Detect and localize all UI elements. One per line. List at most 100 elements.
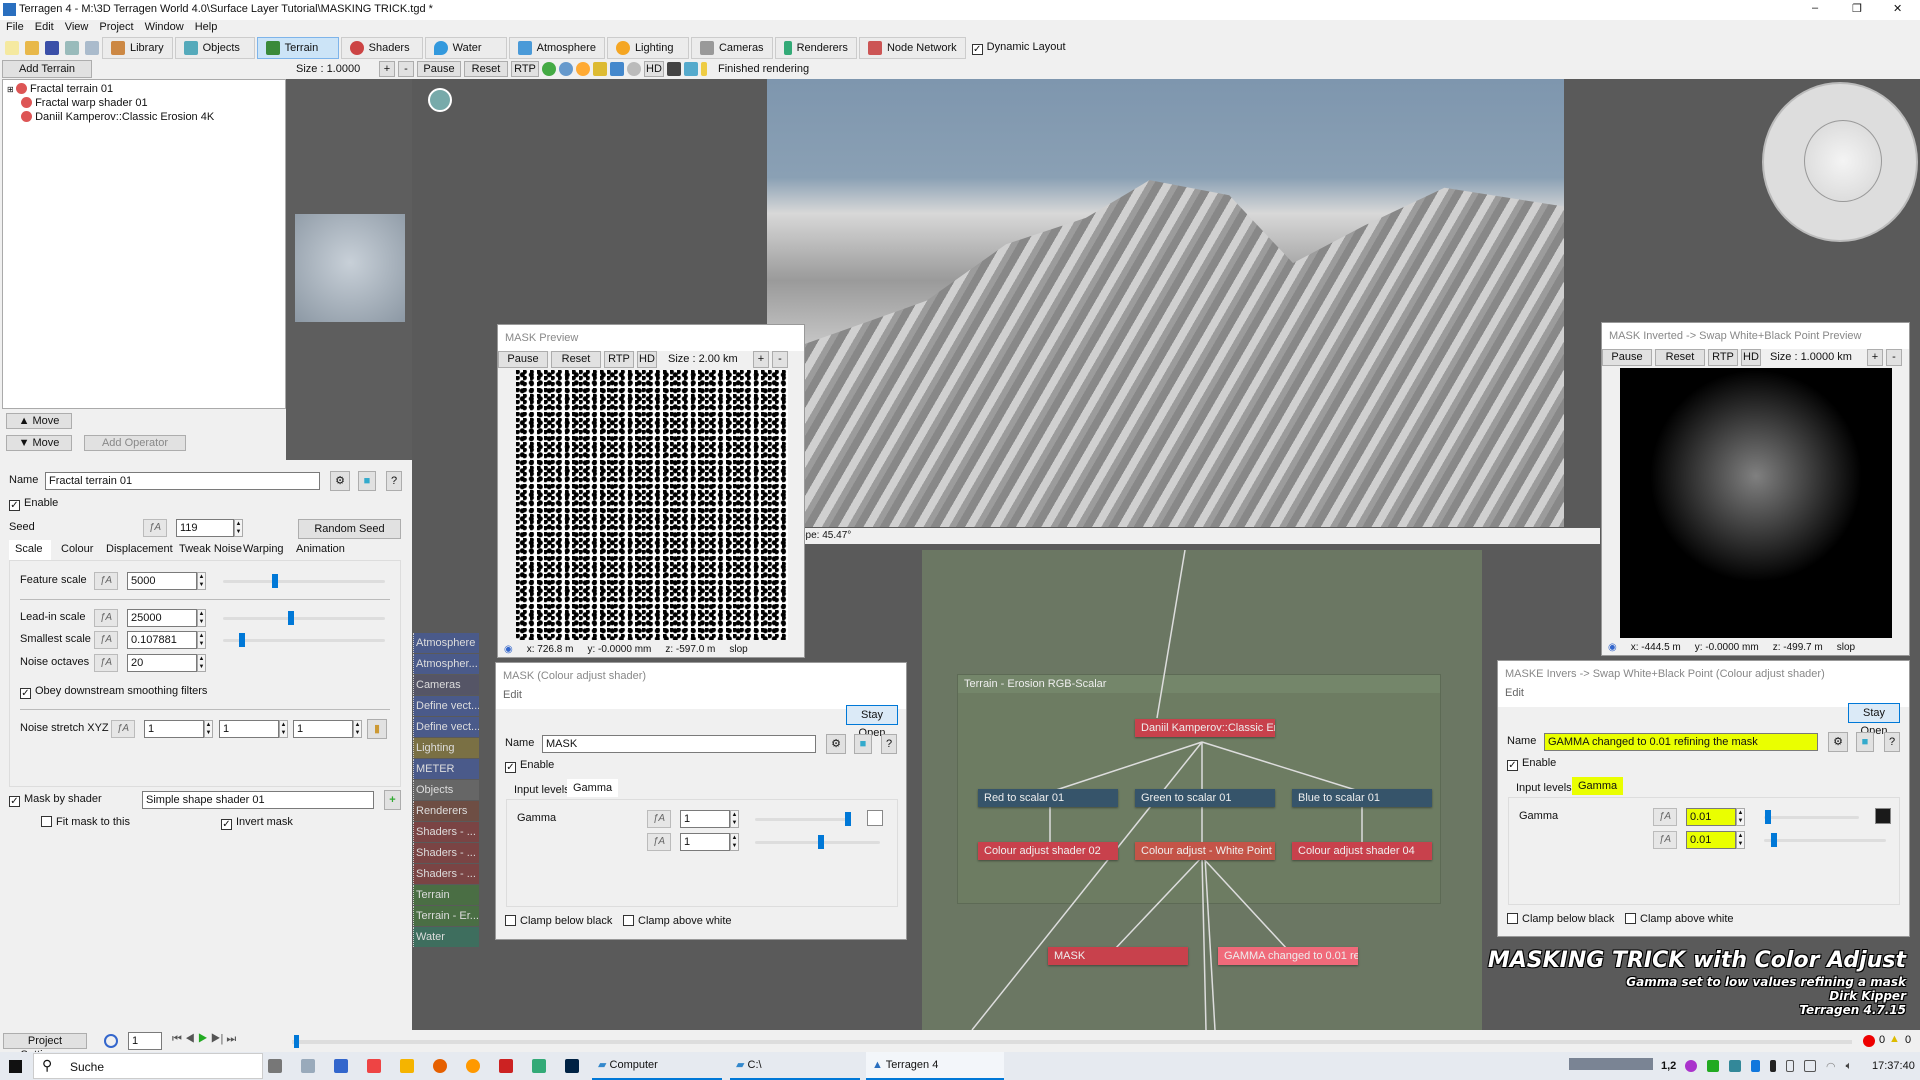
microphone-icon[interactable] — [1770, 1060, 1776, 1072]
gear-icon[interactable]: ⚙ — [826, 734, 846, 754]
tab-renderers[interactable]: Renderers — [774, 37, 857, 59]
feature-scale-spinner[interactable]: ▲ ▼ — [197, 572, 206, 590]
sun-toggle-icon[interactable] — [576, 62, 590, 76]
noise-octaves-spinner[interactable]: ▲ ▼ — [197, 654, 206, 672]
palette-item[interactable]: Renderers — [413, 801, 479, 821]
search-box[interactable]: ⚲ Suche — [33, 1053, 263, 1079]
gear-icon[interactable]: ⚙ — [1828, 732, 1848, 752]
tab-node-network[interactable]: Node Network — [858, 37, 966, 59]
tab-warping[interactable]: Warping — [237, 540, 290, 558]
terrain-toggle-icon[interactable] — [542, 62, 556, 76]
gamma-spinner-2[interactable]: ▲ ▼ — [730, 833, 739, 851]
node-colour-adjust-02[interactable]: Colour adjust shader 02 — [978, 842, 1118, 860]
tab-cameras[interactable]: Cameras — [690, 37, 773, 59]
rtp-button[interactable]: RTP — [1708, 349, 1738, 366]
tab-gamma[interactable]: Gamma — [567, 779, 619, 797]
pause-button[interactable]: Pause — [498, 351, 548, 368]
color-wheel-icon[interactable] — [1685, 1060, 1697, 1072]
palette-item[interactable]: Terrain - Er... — [413, 906, 479, 926]
palette-item[interactable]: Shaders - ... — [413, 843, 479, 863]
size-plus-button[interactable]: + — [379, 61, 395, 77]
gamma-input-2[interactable]: 0.01 — [1686, 831, 1736, 849]
navigation-orb[interactable] — [1804, 120, 1882, 202]
seed-input[interactable]: 119 — [176, 519, 234, 537]
tab-objects[interactable]: Objects — [174, 37, 255, 59]
reset-button[interactable]: Reset — [1655, 349, 1705, 366]
clamp-below-black-checkbox[interactable]: Clamp below black — [1507, 913, 1614, 925]
mask-by-shader-checkbox[interactable]: ✓ Mask by shader — [9, 793, 102, 807]
render-icon[interactable] — [65, 41, 79, 55]
node-gamma[interactable]: GAMMA changed to 0.01 re... — [1218, 947, 1358, 965]
save-icon[interactable] — [45, 41, 59, 55]
app-icon[interactable] — [301, 1059, 315, 1073]
open-file-icon[interactable] — [25, 41, 39, 55]
function-icon[interactable]: ƒA — [94, 572, 118, 590]
palette-item[interactable]: Cameras — [413, 675, 479, 695]
smallest-scale-slider[interactable] — [223, 633, 385, 647]
name-input[interactable]: MASK — [542, 735, 816, 753]
reset-button[interactable]: Reset — [551, 351, 601, 368]
clamp-above-white-checkbox[interactable]: Clamp above white — [1625, 913, 1734, 925]
enable-checkbox[interactable]: ✓ Enable — [1507, 757, 1556, 771]
usb-icon[interactable] — [1786, 1060, 1794, 1072]
tab-input-levels[interactable]: Input levels — [508, 781, 576, 799]
timeline-slider[interactable] — [292, 1035, 1852, 1048]
tab-scale[interactable]: Scale — [9, 540, 51, 560]
size-minus-button[interactable]: - — [1886, 349, 1902, 366]
menu-project[interactable]: Project — [99, 21, 133, 33]
eye-icon[interactable]: ◉ — [1608, 639, 1617, 656]
dynamic-layout-checkbox[interactable]: ✓ Dynamic Layout — [971, 41, 1066, 55]
stretch-x-input[interactable]: 1 — [144, 720, 204, 738]
device-icon[interactable] — [1729, 1060, 1741, 1072]
palette-item[interactable]: Shaders - ... — [413, 864, 479, 884]
gear-toggle-icon[interactable] — [627, 62, 641, 76]
name-input[interactable]: GAMMA changed to 0.01 refining the mask — [1544, 733, 1818, 751]
media-player-widget[interactable] — [1569, 1058, 1653, 1070]
camera-move-icon[interactable] — [684, 62, 698, 76]
gamma-input-1[interactable]: 0.01 — [1686, 808, 1736, 826]
gamma-slider-2[interactable] — [1764, 833, 1886, 847]
colour-swatch[interactable] — [867, 810, 883, 826]
gamma-input-1[interactable]: 1 — [680, 810, 730, 828]
taskbar-app-computer[interactable]: ▰ Computer — [592, 1052, 722, 1080]
playback-controls[interactable]: ⏮ ◀ ▶ ▶| ⏭ — [172, 1033, 236, 1046]
slider-thumb[interactable] — [287, 611, 294, 625]
nvidia-icon[interactable] — [1707, 1060, 1719, 1072]
node-network[interactable]: Terrain - Erosion RGB-Scalar Daniil Kamp… — [922, 550, 1482, 1030]
gamma-spinner-1[interactable]: ▲ ▼ — [1736, 808, 1745, 826]
size-plus-button[interactable]: + — [753, 351, 769, 368]
clock-icon[interactable] — [104, 1034, 118, 1048]
node-mask[interactable]: MASK — [1048, 947, 1188, 965]
move-down-button[interactable]: ▼ Move — [6, 435, 72, 451]
lead-in-scale-slider[interactable] — [223, 611, 385, 625]
lead-in-scale-input[interactable]: 25000 — [127, 609, 197, 627]
task-view-icon[interactable] — [268, 1059, 282, 1073]
preview-icon[interactable]: ■ — [358, 471, 376, 491]
brush-icon[interactable] — [667, 62, 681, 76]
palette-item[interactable]: Water — [413, 927, 479, 947]
water-toggle-icon[interactable] — [559, 62, 573, 76]
tree-item[interactable]: Daniil Kamperov::Classic Erosion 4K — [21, 111, 214, 123]
clamp-above-white-checkbox[interactable]: Clamp above white — [623, 915, 732, 927]
pause-button[interactable]: Pause — [1602, 349, 1652, 366]
volume-icon[interactable]: 🔈︎ — [1846, 1060, 1853, 1073]
app-icon[interactable] — [334, 1059, 348, 1073]
node-erosion[interactable]: Daniil Kamperov::Classic Er... — [1135, 719, 1275, 737]
random-seed-button[interactable]: Random Seed — [298, 519, 401, 539]
frame-input[interactable]: 1 — [128, 1032, 162, 1050]
folder-icon[interactable] — [400, 1059, 414, 1073]
size-minus-button[interactable]: - — [398, 61, 414, 77]
firefox-icon[interactable] — [433, 1059, 447, 1073]
tab-lighting[interactable]: Lighting — [606, 37, 689, 59]
help-icon[interactable]: ? — [1884, 732, 1900, 752]
feature-scale-slider[interactable] — [223, 574, 385, 588]
taskbar-app-terragen[interactable]: ▲ Terragen 4 — [866, 1052, 1004, 1080]
palette-item[interactable]: Atmospher... — [413, 654, 479, 674]
size-minus-button[interactable]: - — [772, 351, 788, 368]
smallest-scale-spinner[interactable]: ▲ ▼ — [197, 631, 206, 649]
project-settings-button[interactable]: Project Settings... — [3, 1033, 87, 1061]
tab-animation[interactable]: Animation — [290, 540, 351, 558]
add-operator-button[interactable]: Add Operator — [84, 435, 186, 451]
gamma-input-2[interactable]: 1 — [680, 833, 730, 851]
size-plus-button[interactable]: + — [1867, 349, 1883, 366]
